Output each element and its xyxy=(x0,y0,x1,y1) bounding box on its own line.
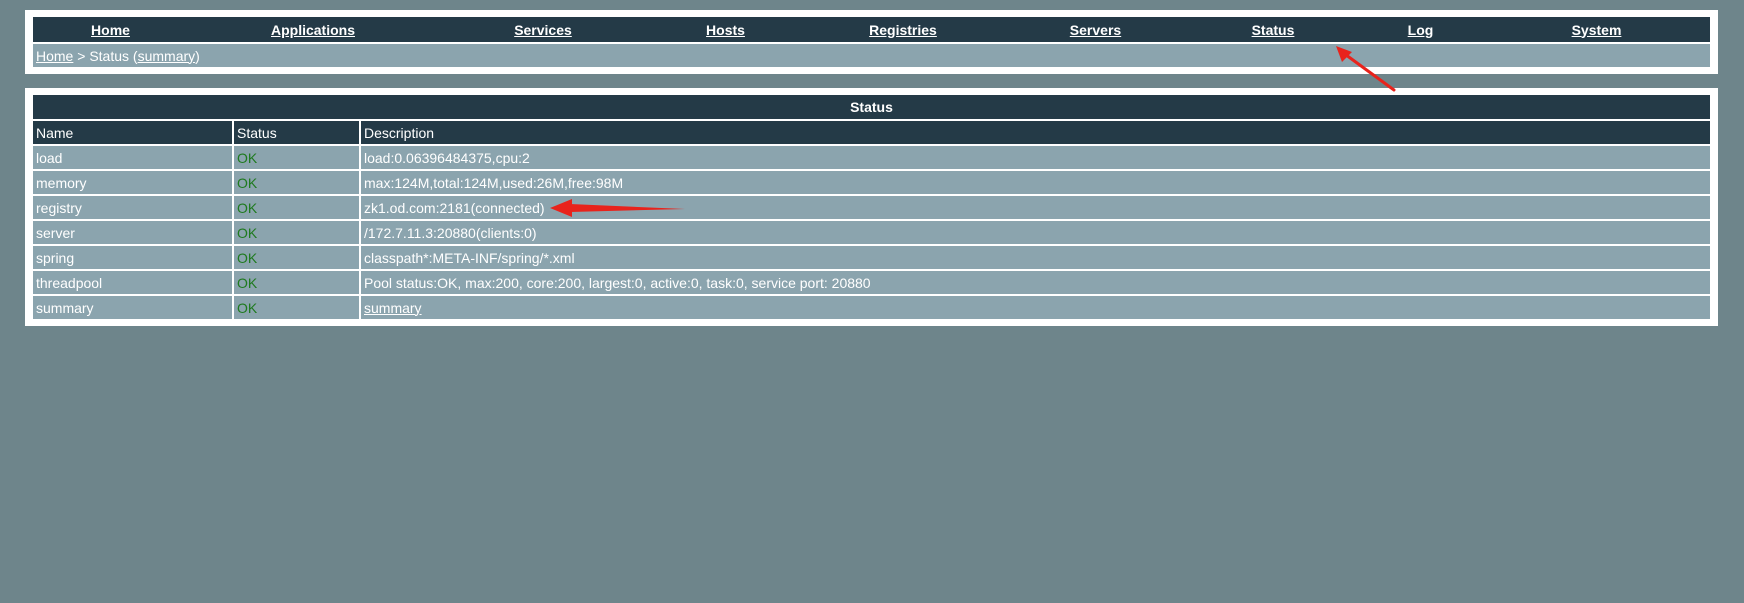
nav-status-link[interactable]: Status xyxy=(1252,22,1295,38)
table-row: server OK /172.7.11.3:20880(clients:0) xyxy=(33,221,1710,246)
nav-cell: Home xyxy=(33,17,188,42)
row-description: /172.7.11.3:20880(clients:0) xyxy=(361,221,1710,246)
row-status: OK xyxy=(234,171,361,196)
row-name: server xyxy=(33,221,234,246)
row-description: summary xyxy=(361,296,1710,319)
nav-hosts-link[interactable]: Hosts xyxy=(706,22,745,38)
table-row: spring OK classpath*:META-INF/spring/*.x… xyxy=(33,246,1710,271)
table-row: load OK load:0.06396484375,cpu:2 xyxy=(33,146,1710,171)
nav-registries-link[interactable]: Registries xyxy=(869,22,937,38)
row-description: load:0.06396484375,cpu:2 xyxy=(361,146,1710,171)
column-header-status: Status xyxy=(234,121,361,146)
table-row: registry OK zk1.od.com:2181(connected) xyxy=(33,196,1710,221)
breadcrumb-row: Home > Status (summary) xyxy=(33,42,1710,67)
table-row: memory OK max:124M,total:124M,used:26M,f… xyxy=(33,171,1710,196)
nav-cell: Hosts xyxy=(648,17,803,42)
row-status: OK xyxy=(234,296,361,319)
column-header-description: Description xyxy=(361,121,1710,146)
status-table-header-row: Name Status Description xyxy=(33,121,1710,146)
nav-cell: Servers xyxy=(1003,17,1188,42)
breadcrumb-summary-link[interactable]: summary xyxy=(138,48,196,64)
nav-cell: Status xyxy=(1188,17,1358,42)
row-status: OK xyxy=(234,146,361,171)
row-name: threadpool xyxy=(33,271,234,296)
status-table-title-row: Status xyxy=(33,95,1710,121)
nav-panel: Home Applications Services Hosts Registr… xyxy=(25,10,1718,74)
nav-cell: System xyxy=(1483,17,1710,42)
nav-cell: Registries xyxy=(803,17,1003,42)
row-status: OK xyxy=(234,271,361,296)
breadcrumb-current: Status ( xyxy=(89,47,138,64)
nav-servers-link[interactable]: Servers xyxy=(1070,22,1121,38)
status-panel: Status Name Status Description load OK l… xyxy=(25,88,1718,326)
breadcrumb-close: ) xyxy=(195,47,200,64)
row-name: memory xyxy=(33,171,234,196)
summary-link[interactable]: summary xyxy=(364,300,422,316)
status-table-title: Status xyxy=(33,95,1710,121)
row-description: max:124M,total:124M,used:26M,free:98M xyxy=(361,171,1710,196)
table-row: threadpool OK Pool status:OK, max:200, c… xyxy=(33,271,1710,296)
breadcrumb: Home > Status (summary) xyxy=(33,42,1710,67)
status-table: Status Name Status Description load OK l… xyxy=(33,95,1710,319)
column-header-name: Name xyxy=(33,121,234,146)
nav-home-link[interactable]: Home xyxy=(91,22,130,38)
row-status: OK xyxy=(234,221,361,246)
row-description: classpath*:META-INF/spring/*.xml xyxy=(361,246,1710,271)
nav-bar: Home Applications Services Hosts Registr… xyxy=(33,17,1710,42)
breadcrumb-home-link[interactable]: Home xyxy=(36,48,73,64)
row-name: load xyxy=(33,146,234,171)
nav-cell: Applications xyxy=(188,17,438,42)
nav-table: Home Applications Services Hosts Registr… xyxy=(33,17,1710,67)
row-name: spring xyxy=(33,246,234,271)
row-description: Pool status:OK, max:200, core:200, large… xyxy=(361,271,1710,296)
breadcrumb-separator: > xyxy=(73,47,90,64)
row-name: registry xyxy=(33,196,234,221)
nav-log-link[interactable]: Log xyxy=(1408,22,1434,38)
nav-services-link[interactable]: Services xyxy=(514,22,572,38)
row-status: OK xyxy=(234,196,361,221)
table-row: summary OK summary xyxy=(33,296,1710,319)
row-name: summary xyxy=(33,296,234,319)
nav-cell: Log xyxy=(1358,17,1483,42)
nav-applications-link[interactable]: Applications xyxy=(271,22,355,38)
nav-system-link[interactable]: System xyxy=(1572,22,1622,38)
nav-cell: Services xyxy=(438,17,648,42)
row-description: zk1.od.com:2181(connected) xyxy=(361,196,1710,221)
row-status: OK xyxy=(234,246,361,271)
